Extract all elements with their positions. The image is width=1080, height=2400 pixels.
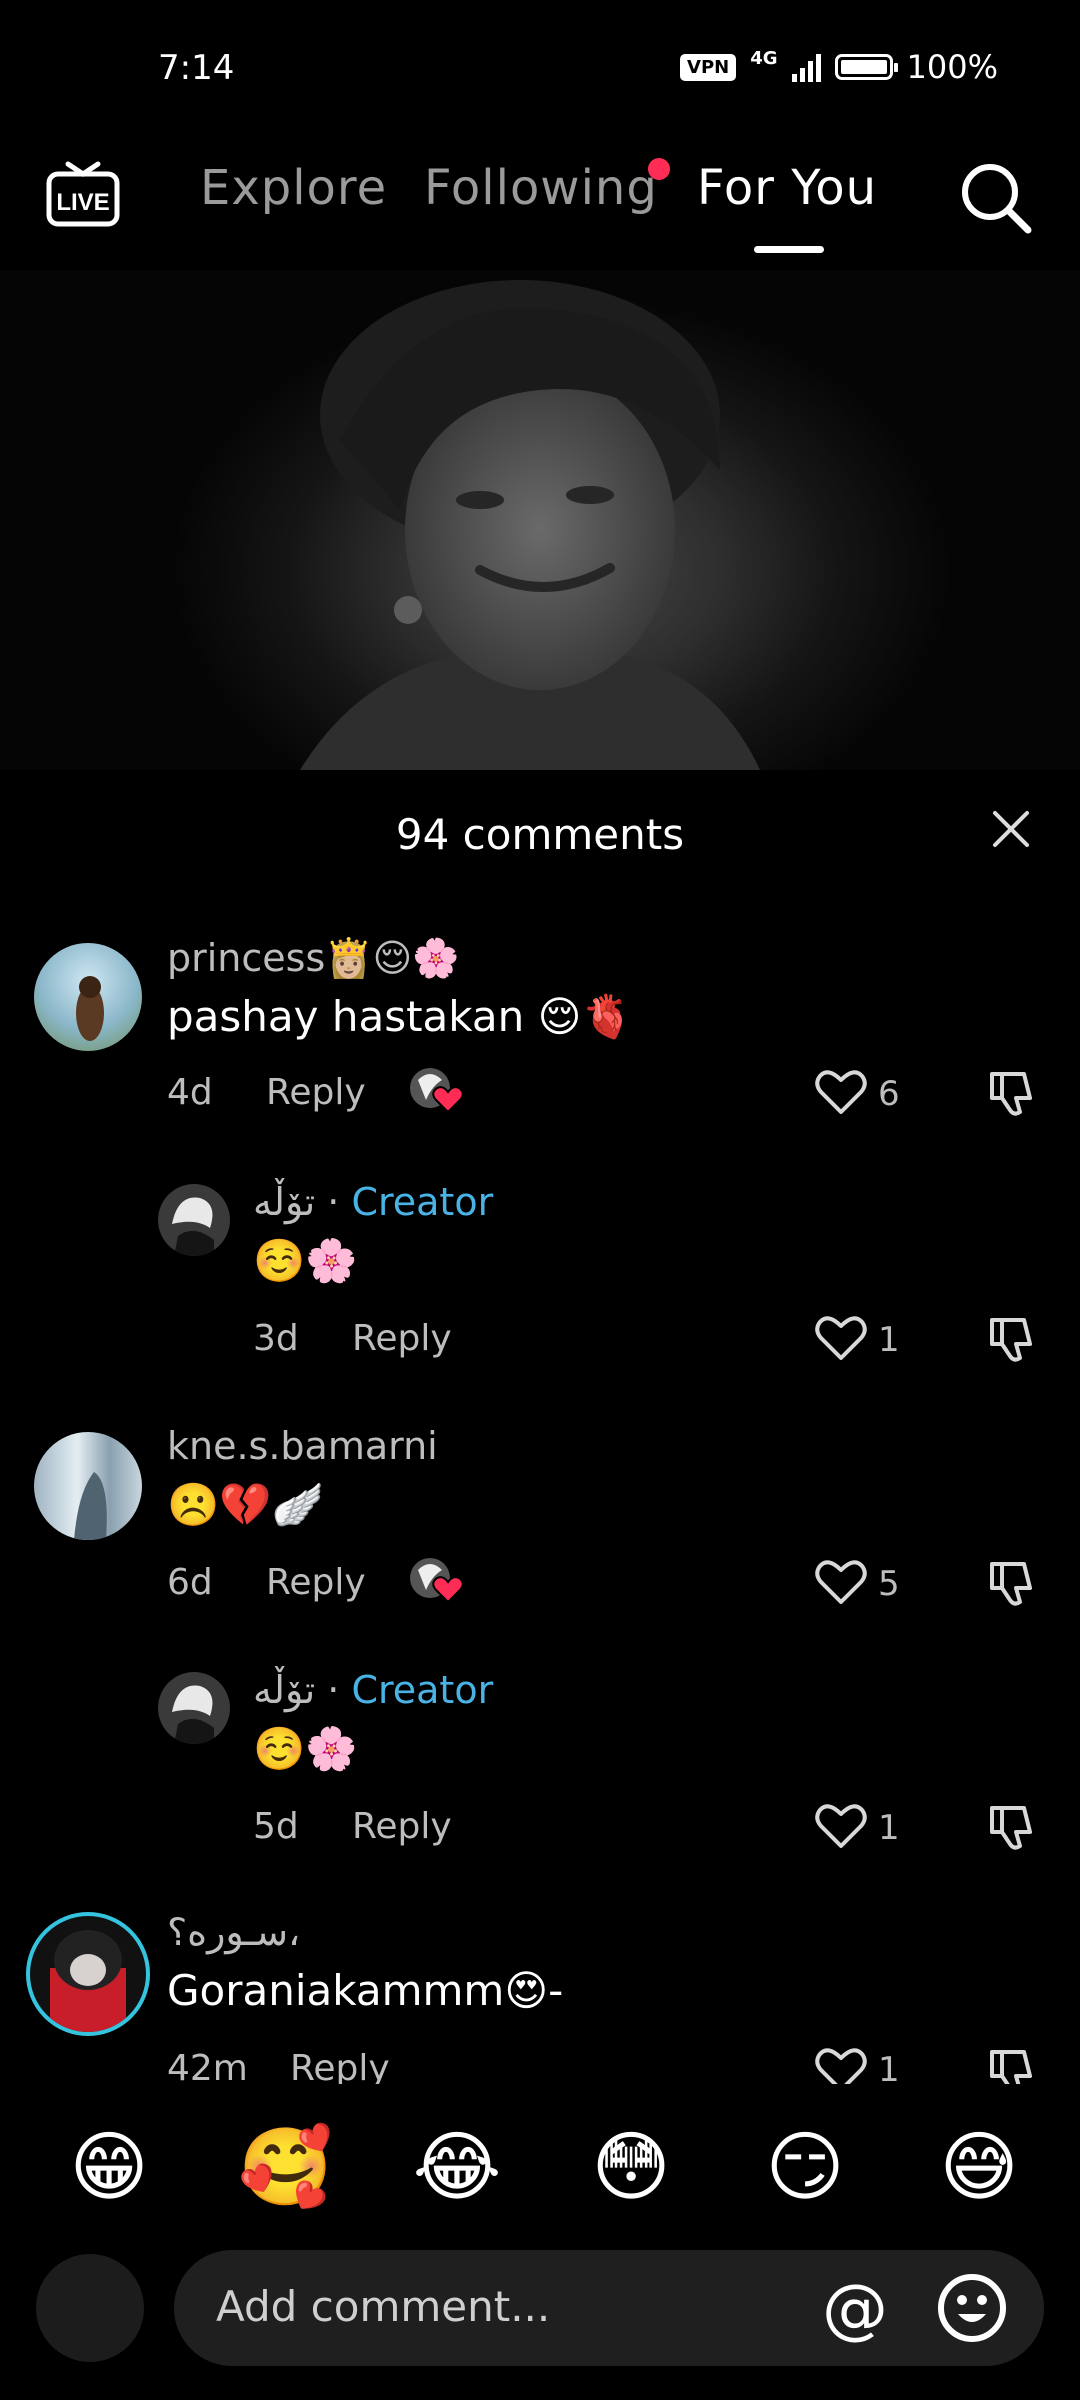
dislike-icon[interactable]	[988, 1802, 1042, 1852]
like-heart-icon[interactable]	[814, 1556, 868, 1606]
live-button[interactable]: LIVE	[46, 160, 120, 228]
like-heart-icon[interactable]	[814, 1800, 868, 1850]
dislike-icon[interactable]	[988, 2046, 1042, 2084]
comment-text: ☺️🌸	[253, 1724, 358, 1773]
current-user-avatar	[36, 2254, 144, 2362]
like-count: 1	[878, 1320, 900, 1360]
live-tv-icon: LIVE	[46, 161, 120, 227]
avatar[interactable]	[34, 943, 142, 1051]
like-count: 6	[878, 1074, 900, 1114]
comment-meta-row-clipped: 42m Reply 1	[0, 2044, 1080, 2084]
comment-age: 6d	[167, 1562, 213, 1603]
comment-text: ☹️💔🪽	[167, 1480, 324, 1529]
comment-age: 4d	[167, 1072, 213, 1113]
tab-explore[interactable]: Explore	[200, 160, 387, 216]
like-count: 1	[878, 2050, 900, 2084]
creator-label: Creator	[351, 1180, 494, 1224]
avatar[interactable]	[158, 1672, 230, 1744]
like-count: 5	[878, 1564, 900, 1604]
close-icon[interactable]	[990, 808, 1032, 850]
quick-emoji-smirk[interactable]: 😏	[760, 2122, 850, 2212]
avatar[interactable]	[34, 1432, 142, 1540]
live-label: LIVE	[56, 189, 109, 216]
creator-separator: ·	[327, 1668, 352, 1712]
quick-emoji-grin[interactable]: 😁	[64, 2122, 154, 2212]
quick-emoji-flushed[interactable]: 😳	[586, 2122, 676, 2212]
quick-emoji-hearts[interactable]: 🥰	[238, 2122, 333, 2212]
avatar-story-ring[interactable]	[26, 1912, 150, 2036]
like-heart-icon[interactable]	[814, 2044, 868, 2084]
creator-liked-badge	[408, 1066, 468, 1114]
comment-text: pashay hastakan 😌🫀	[167, 992, 634, 1041]
username-text: تۆڵە	[253, 1668, 316, 1712]
vpn-icon: VPN	[680, 53, 737, 81]
comment-username[interactable]: تۆڵە · Creator	[253, 1668, 493, 1712]
comment-text: Goraniakammm😍-	[167, 1966, 564, 2015]
notification-dot	[648, 158, 670, 180]
search-icon[interactable]	[958, 160, 1034, 236]
creator-liked-badge	[408, 1556, 468, 1604]
creator-label: Creator	[351, 1668, 494, 1712]
tab-for-you[interactable]: For You	[697, 160, 877, 216]
dislike-icon[interactable]	[988, 1068, 1042, 1118]
network-type: 4G	[750, 48, 778, 69]
comment-username[interactable]: سـوره؟،	[167, 1910, 300, 1954]
like-heart-icon[interactable]	[814, 1066, 868, 1116]
reply-button[interactable]: Reply	[290, 2048, 390, 2084]
comment-username[interactable]: princess👸🏼😌🌸	[167, 936, 460, 981]
avatar[interactable]	[158, 1184, 230, 1256]
quick-emoji-laugh[interactable]: 😂	[412, 2122, 502, 2212]
video-player[interactable]	[0, 270, 1080, 770]
comment-username[interactable]: kne.s.bamarni	[167, 1424, 438, 1468]
video-frame-portrait	[300, 280, 760, 770]
emoji-picker-icon[interactable]	[936, 2272, 1008, 2344]
comment-age: 5d	[253, 1806, 299, 1847]
comment-text: ☺️🌸	[253, 1236, 358, 1285]
like-count: 1	[878, 1808, 900, 1848]
dislike-icon[interactable]	[988, 1558, 1042, 1608]
signal-icon	[791, 52, 821, 82]
reply-button[interactable]: Reply	[352, 1806, 452, 1847]
like-heart-icon[interactable]	[814, 1312, 868, 1362]
comments-count: 94 comments	[395, 810, 685, 859]
username-text: تۆڵە	[253, 1180, 316, 1224]
status-icons: VPN 4G 100%	[680, 48, 998, 86]
dislike-icon[interactable]	[988, 1314, 1042, 1364]
reply-button[interactable]: Reply	[266, 1072, 366, 1113]
comment-age: 42m	[167, 2048, 248, 2084]
active-tab-indicator	[754, 246, 824, 253]
status-time: 7:14	[158, 48, 235, 88]
battery-percent: 100%	[906, 48, 998, 86]
comment-age: 3d	[253, 1318, 299, 1359]
battery-icon	[834, 54, 898, 80]
comment-input-placeholder[interactable]: Add comment...	[216, 2282, 550, 2331]
reply-button[interactable]: Reply	[352, 1318, 452, 1359]
creator-separator: ·	[327, 1180, 352, 1224]
quick-emoji-sweat-smile[interactable]: 😅	[934, 2122, 1024, 2212]
tab-following[interactable]: Following	[424, 160, 658, 216]
reply-button[interactable]: Reply	[266, 1562, 366, 1603]
comment-username[interactable]: تۆڵە · Creator	[253, 1180, 493, 1224]
quick-emoji-bar	[0, 2120, 1080, 2240]
mention-at-icon[interactable]: @	[822, 2270, 888, 2347]
